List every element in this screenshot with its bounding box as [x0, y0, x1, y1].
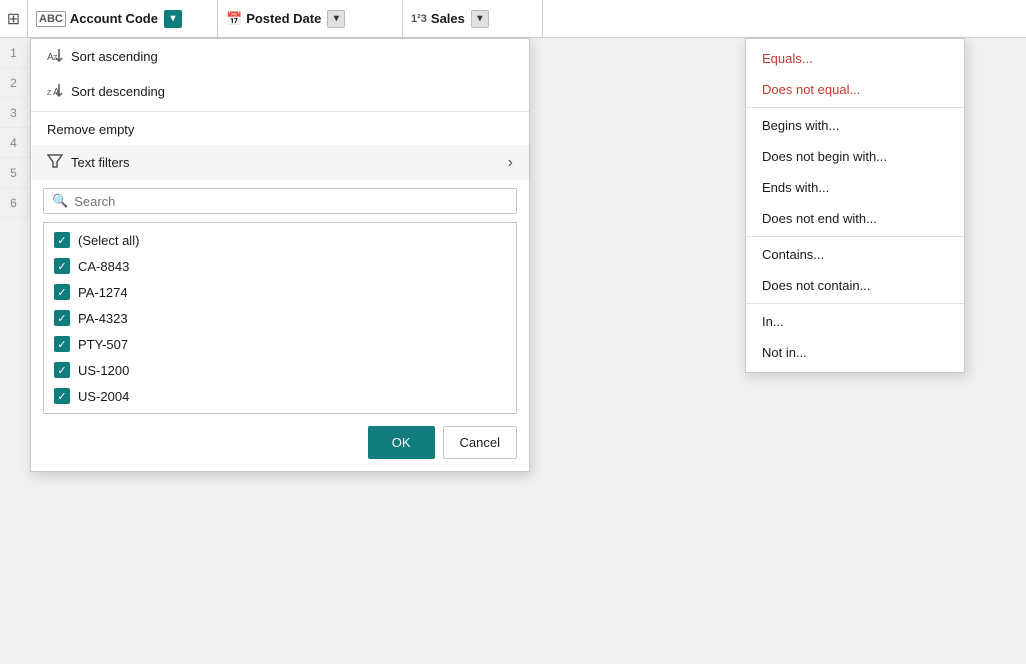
checkbox-pa-4323[interactable]: ✓ PA-4323 — [44, 305, 516, 331]
row-num-6: 6 — [0, 188, 28, 217]
sort-ascending-icon: A Z — [47, 47, 63, 66]
search-input-wrapper: 🔍 — [43, 188, 517, 214]
submenu-divider-2 — [746, 236, 964, 237]
submenu-does-not-equal[interactable]: Does not equal... — [746, 74, 964, 105]
checkbox-pa-4323-box: ✓ — [54, 310, 70, 326]
chevron-right-icon: › — [508, 154, 513, 172]
sort-ascending-label: Sort ascending — [71, 49, 158, 64]
grid-icon-cell: ⊞ — [0, 0, 28, 38]
submenu-does-not-end-with[interactable]: Does not end with... — [746, 203, 964, 234]
checkbox-pty-507[interactable]: ✓ PTY-507 — [44, 331, 516, 357]
row-num-3: 3 — [0, 98, 28, 127]
checkbox-pty-507-box: ✓ — [54, 336, 70, 352]
submenu-does-not-begin-with[interactable]: Does not begin with... — [746, 141, 964, 172]
sales-dropdown-btn[interactable]: ▾ — [471, 10, 489, 28]
cancel-button[interactable]: Cancel — [443, 426, 517, 459]
row-num-1: 1 — [0, 38, 28, 67]
checkbox-select-all-box: ✓ — [54, 232, 70, 248]
checkbox-pa-1274-box: ✓ — [54, 284, 70, 300]
sales-icon: 1²3 — [411, 13, 427, 25]
posted-date-dropdown-btn[interactable]: ▾ — [327, 10, 345, 28]
grid-icon: ⊞ — [7, 9, 20, 29]
posted-date-icon: 📅 — [226, 11, 242, 27]
row-num-2: 2 — [0, 68, 28, 97]
checkbox-select-all[interactable]: ✓ (Select all) — [44, 227, 516, 253]
account-code-dropdown-btn[interactable]: ▾ — [164, 10, 182, 28]
menu-divider-1 — [31, 111, 529, 112]
text-filters-item[interactable]: Text filters › — [31, 145, 529, 180]
text-filters-icon — [47, 153, 63, 172]
submenu-in[interactable]: In... — [746, 306, 964, 337]
text-filters-left: Text filters — [47, 153, 130, 172]
submenu-does-not-contain[interactable]: Does not contain... — [746, 270, 964, 301]
checkbox-pa-4323-label: PA-4323 — [78, 311, 128, 326]
account-code-type-icon: ABC — [36, 11, 66, 27]
checkbox-list: ✓ (Select all) ✓ CA-8843 ✓ PA-1274 ✓ PA-… — [43, 222, 517, 414]
table-header: ⊞ ABC Account Code ▾ 📅 Posted Date ▾ 1²3… — [0, 0, 1026, 38]
remove-empty-item[interactable]: Remove empty — [31, 114, 529, 145]
sort-descending-icon: Z A — [47, 82, 63, 101]
sales-label: Sales — [431, 11, 465, 26]
filter-dropdown-menu: A Z Sort ascending Z A Sort descending R… — [30, 38, 530, 472]
search-container: 🔍 — [31, 180, 529, 222]
submenu-contains[interactable]: Contains... — [746, 239, 964, 270]
checkbox-ca-8843[interactable]: ✓ CA-8843 — [44, 253, 516, 279]
search-input[interactable] — [74, 194, 508, 209]
checkbox-pa-1274[interactable]: ✓ PA-1274 — [44, 279, 516, 305]
checkbox-ca-8843-box: ✓ — [54, 258, 70, 274]
sort-descending-label: Sort descending — [71, 84, 165, 99]
sales-header[interactable]: 1²3 Sales ▾ — [403, 0, 543, 37]
checkbox-us-2004[interactable]: ✓ US-2004 — [44, 383, 516, 409]
posted-date-label: Posted Date — [246, 11, 321, 26]
submenu-divider-1 — [746, 107, 964, 108]
text-filters-submenu: Equals... Does not equal... Begins with.… — [745, 38, 965, 373]
submenu-equals[interactable]: Equals... — [746, 43, 964, 74]
svg-text:Z: Z — [47, 90, 52, 97]
checkbox-us-1200[interactable]: ✓ US-1200 — [44, 357, 516, 383]
submenu-not-in[interactable]: Not in... — [746, 337, 964, 368]
row-num-4: 4 — [0, 128, 28, 157]
checkbox-pty-507-label: PTY-507 — [78, 337, 128, 352]
checkbox-us-1200-label: US-1200 — [78, 363, 129, 378]
submenu-begins-with[interactable]: Begins with... — [746, 110, 964, 141]
ok-button[interactable]: OK — [368, 426, 435, 459]
text-filters-label: Text filters — [71, 155, 130, 170]
sort-descending-item[interactable]: Z A Sort descending — [31, 74, 529, 109]
submenu-divider-3 — [746, 303, 964, 304]
footer-buttons: OK Cancel — [31, 414, 529, 471]
row-num-5: 5 — [0, 158, 28, 187]
remove-empty-label: Remove empty — [47, 122, 134, 137]
submenu-ends-with[interactable]: Ends with... — [746, 172, 964, 203]
sort-ascending-item[interactable]: A Z Sort ascending — [31, 39, 529, 74]
checkbox-pa-1274-label: PA-1274 — [78, 285, 128, 300]
account-code-label: Account Code — [70, 11, 158, 26]
posted-date-header[interactable]: 📅 Posted Date ▾ — [218, 0, 403, 37]
checkbox-us-2004-box: ✓ — [54, 388, 70, 404]
checkbox-us-1200-box: ✓ — [54, 362, 70, 378]
checkbox-select-all-label: (Select all) — [78, 233, 139, 248]
checkbox-ca-8843-label: CA-8843 — [78, 259, 129, 274]
search-icon: 🔍 — [52, 193, 68, 209]
checkbox-us-2004-label: US-2004 — [78, 389, 129, 404]
account-code-header[interactable]: ABC Account Code ▾ — [28, 0, 218, 37]
